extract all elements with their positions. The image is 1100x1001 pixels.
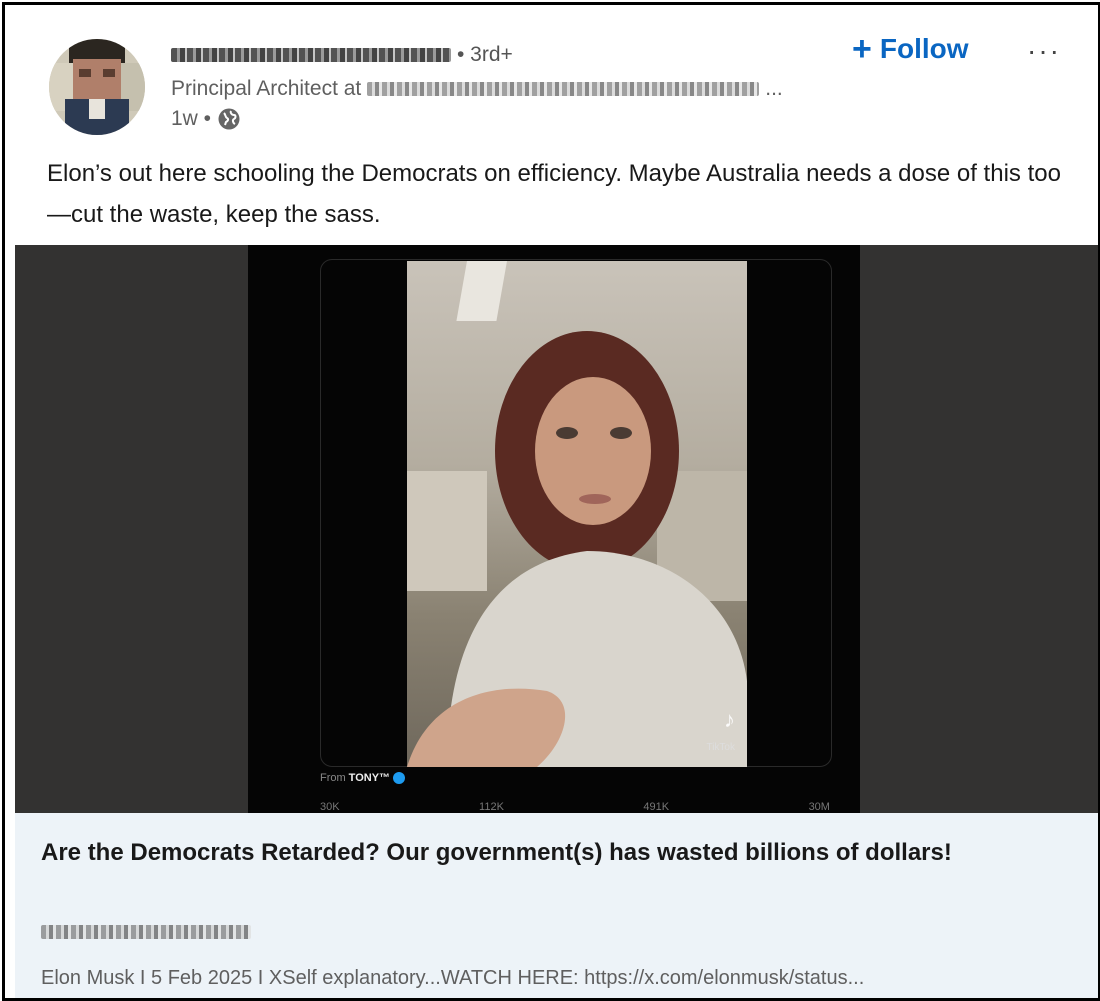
link-title[interactable]: Are the Democrats Retarded? Our governme… bbox=[41, 833, 1041, 873]
connection-degree: • 3rd+ bbox=[457, 43, 513, 66]
post-meta: 1w • bbox=[171, 107, 241, 131]
redacted-company bbox=[367, 82, 760, 96]
redacted-name bbox=[171, 48, 451, 62]
from-prefix: From bbox=[320, 772, 346, 784]
post-card: • 3rd+ Principal Architect at ... 1w • +… bbox=[2, 2, 1100, 1001]
author-name[interactable]: • 3rd+ bbox=[171, 41, 513, 69]
avatar[interactable] bbox=[49, 39, 145, 135]
view-count: 30M bbox=[808, 801, 830, 813]
follow-label: Follow bbox=[879, 33, 969, 64]
video-person-image bbox=[407, 261, 747, 767]
author-headline: Principal Architect at ... bbox=[171, 77, 783, 101]
verified-badge-icon bbox=[393, 772, 406, 784]
globe-icon bbox=[218, 108, 240, 130]
post-header: • 3rd+ Principal Architect at ... 1w • +… bbox=[5, 5, 1098, 245]
post-media[interactable]: ♪ TikTok From TONY™ 30K 112K 491K 30M bbox=[15, 245, 1098, 813]
post-text: Elon’s out here schooling the Democrats … bbox=[47, 160, 1061, 228]
post-time: 1w • bbox=[171, 107, 212, 130]
video-frame[interactable]: ♪ TikTok bbox=[407, 261, 747, 767]
tiktok-label: TikTok bbox=[706, 742, 735, 753]
reply-count: 30K bbox=[320, 801, 340, 813]
tiktok-logo-icon: ♪ bbox=[724, 707, 735, 732]
source-name: TONY™ bbox=[348, 772, 391, 784]
link-preview-card[interactable]: Are the Democrats Retarded? Our governme… bbox=[15, 813, 1098, 998]
link-description: Elon Musk I 5 Feb 2025 I XSelf explanato… bbox=[41, 967, 865, 989]
tweet-source: From TONY™ bbox=[320, 772, 406, 784]
plus-icon: + bbox=[852, 30, 872, 68]
embedded-screenshot: ♪ TikTok From TONY™ 30K 112K 491K 30M bbox=[248, 245, 860, 813]
repost-count: 112K bbox=[479, 801, 504, 813]
headline-prefix: Principal Architect at bbox=[171, 77, 362, 100]
follow-button[interactable]: + Follow bbox=[852, 32, 969, 66]
more-options-icon[interactable]: ··· bbox=[1027, 35, 1061, 67]
redacted-link-author bbox=[41, 925, 251, 939]
like-count: 491K bbox=[643, 801, 670, 813]
tweet-stats: 30K 112K 491K 30M bbox=[320, 801, 830, 813]
headline-ellipsis: ... bbox=[765, 77, 783, 100]
